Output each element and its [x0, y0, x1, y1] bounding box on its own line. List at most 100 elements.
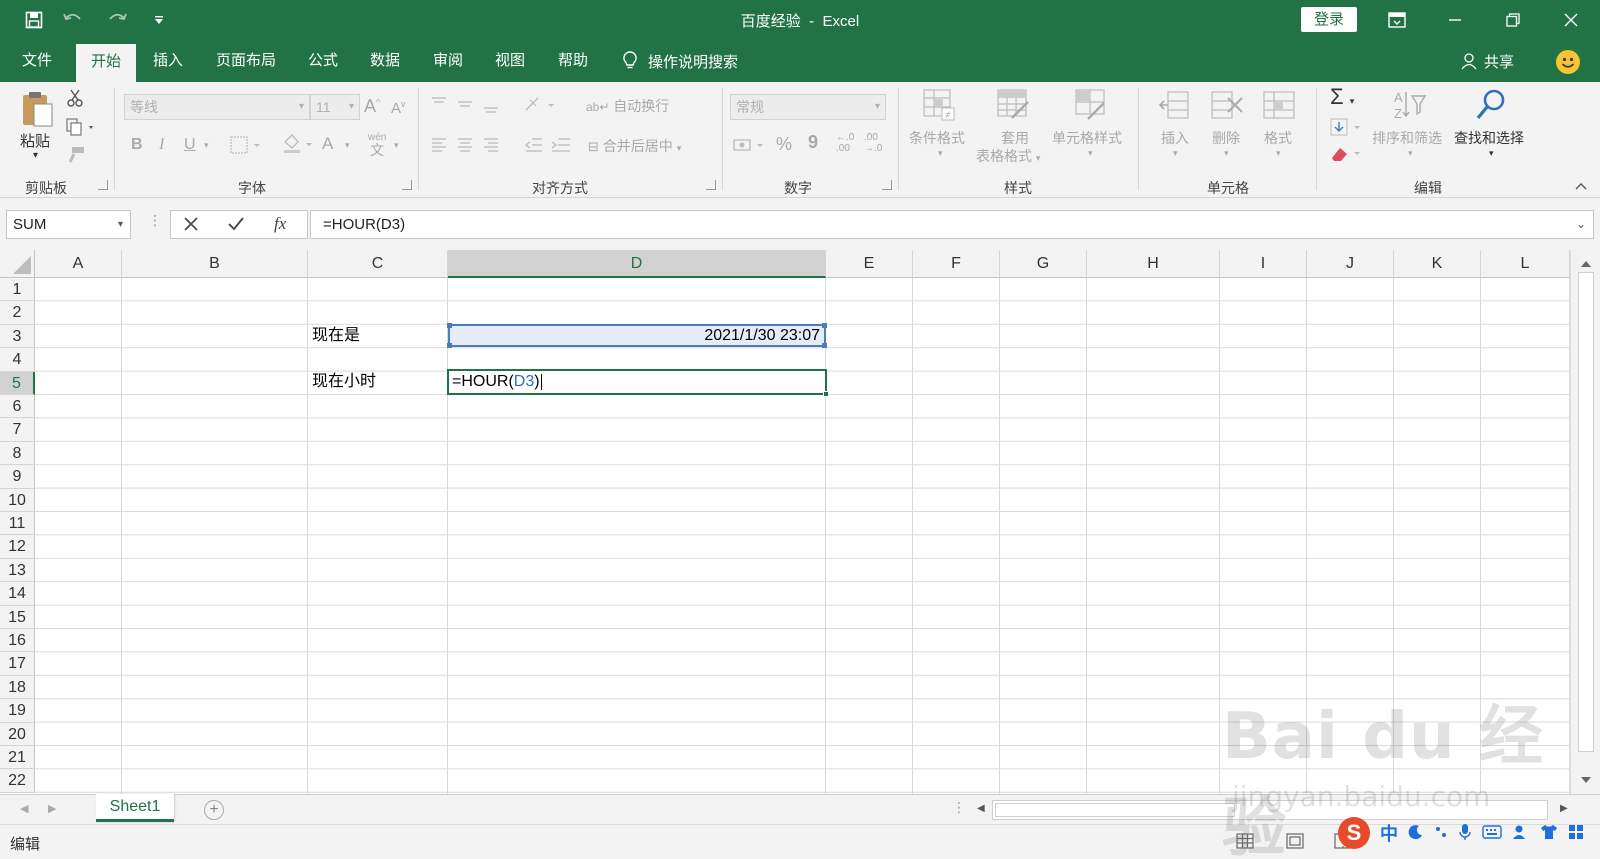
insert-cells-icon[interactable]	[1158, 88, 1192, 122]
fill-color-icon[interactable]	[282, 134, 316, 157]
save-icon[interactable]	[22, 8, 46, 32]
insert-cells-dropdown-icon[interactable]: ▾	[1173, 148, 1178, 159]
underline-button[interactable]: U	[184, 136, 196, 154]
row-header[interactable]: 20	[0, 722, 35, 746]
collapse-ribbon-icon[interactable]	[1574, 178, 1588, 194]
vertical-scroll-thumb[interactable]	[1578, 272, 1594, 752]
column-header-f[interactable]: F	[913, 250, 1000, 278]
scroll-up-icon[interactable]	[1580, 256, 1592, 272]
paste-button[interactable]: 粘贴	[20, 130, 50, 151]
borders-icon[interactable]	[230, 136, 264, 157]
row-header[interactable]: 3	[0, 324, 35, 349]
row-header[interactable]: 18	[0, 675, 35, 700]
delete-cells-button[interactable]: 删除	[1212, 128, 1240, 148]
alignment-launcher-icon[interactable]	[706, 180, 716, 190]
tab-split-grip-icon[interactable]: ⋮	[952, 799, 966, 816]
sort-filter-button[interactable]: 排序和筛选	[1372, 128, 1442, 148]
minimize-icon[interactable]	[1432, 0, 1478, 40]
column-header-e[interactable]: E	[826, 250, 913, 278]
font-launcher-icon[interactable]	[402, 180, 412, 190]
format-cells-icon[interactable]	[1262, 88, 1296, 122]
row-header[interactable]: 5	[0, 371, 35, 395]
format-as-table-icon[interactable]	[996, 88, 1030, 122]
fill-icon[interactable]	[1330, 118, 1364, 139]
underline-dropdown-icon[interactable]: ▾	[204, 140, 209, 151]
row-header[interactable]: 17	[0, 652, 35, 676]
column-header-i[interactable]: I	[1220, 250, 1307, 278]
row-header[interactable]: 13	[0, 558, 35, 583]
tab-file[interactable]: 文件	[12, 40, 62, 82]
column-header-k[interactable]: K	[1394, 250, 1481, 278]
format-as-table-line1[interactable]: 套用	[1001, 128, 1029, 148]
cut-icon[interactable]	[66, 88, 84, 111]
name-box-dropdown-icon[interactable]: ▾	[118, 211, 123, 238]
row-header[interactable]: 16	[0, 629, 35, 653]
tab-home[interactable]: 开始	[76, 44, 136, 82]
find-select-icon[interactable]	[1474, 88, 1508, 122]
restore-icon[interactable]	[1490, 0, 1536, 40]
find-select-button[interactable]: 查找和选择	[1454, 128, 1524, 148]
conditional-formatting-dropdown-icon[interactable]: ▾	[938, 148, 943, 159]
format-painter-icon[interactable]	[66, 146, 86, 167]
row-header[interactable]: 4	[0, 348, 35, 372]
sort-filter-icon[interactable]: AZ	[1392, 88, 1427, 122]
enter-check-icon[interactable]	[227, 215, 245, 236]
select-all-button[interactable]	[0, 250, 35, 278]
row-header[interactable]: 22	[0, 769, 35, 793]
row-header[interactable]: 6	[0, 395, 35, 419]
number-format-combo[interactable]: 常规 ▾	[730, 94, 886, 120]
tab-view[interactable]: 视图	[484, 40, 536, 82]
tab-page-layout[interactable]: 页面布局	[206, 40, 286, 82]
phonetic-button[interactable]: wén 文	[368, 132, 386, 159]
copy-icon[interactable]	[66, 118, 96, 139]
sheet-tab-sheet1[interactable]: Sheet1	[96, 794, 174, 822]
cancel-icon[interactable]	[183, 215, 199, 236]
clear-icon[interactable]	[1330, 144, 1364, 165]
comma-style-button[interactable]: 9	[808, 132, 818, 153]
wrap-text-button[interactable]: ab↵ 自动换行	[586, 96, 669, 116]
ribbon-display-options-icon[interactable]	[1374, 0, 1420, 40]
row-header[interactable]: 19	[0, 699, 35, 723]
font-size-combo[interactable]: 11 ▾	[310, 94, 360, 120]
increase-decimal-button[interactable]: ←.0.00	[836, 132, 854, 154]
find-select-dropdown-icon[interactable]: ▾	[1489, 148, 1494, 159]
phonetic-dropdown-icon[interactable]: ▾	[394, 140, 399, 151]
delete-cells-dropdown-icon[interactable]: ▾	[1224, 148, 1229, 159]
cell-c3[interactable]: 现在是	[308, 324, 364, 347]
tab-review[interactable]: 审阅	[422, 40, 474, 82]
font-color-button[interactable]: A	[322, 134, 333, 154]
scroll-left-icon[interactable]: ◀	[977, 803, 985, 814]
column-header-a[interactable]: A	[35, 250, 122, 278]
name-box[interactable]: SUM ▾	[6, 210, 131, 239]
row-header[interactable]: 21	[0, 746, 35, 770]
insert-cells-button[interactable]: 插入	[1161, 128, 1189, 148]
column-header-h[interactable]: H	[1087, 250, 1220, 278]
row-header[interactable]: 11	[0, 512, 35, 536]
add-sheet-button[interactable]: +	[204, 800, 224, 820]
cell-styles-button[interactable]: 单元格样式	[1052, 128, 1122, 148]
tell-me-search[interactable]: 操作说明搜索	[622, 40, 738, 82]
conditional-formatting-icon[interactable]: ≠	[922, 88, 956, 122]
sort-filter-dropdown-icon[interactable]: ▾	[1408, 148, 1413, 159]
tab-data[interactable]: 数据	[360, 40, 410, 82]
font-name-combo[interactable]: 等线 ▾	[124, 94, 310, 120]
column-header-d[interactable]: D	[448, 250, 826, 278]
cell-d5-editing[interactable]: =HOUR(D3)	[449, 370, 546, 393]
customize-quick-access-icon[interactable]	[150, 8, 168, 32]
expand-formula-bar-icon[interactable]: ⌄	[1576, 211, 1586, 238]
number-launcher-icon[interactable]	[882, 180, 892, 190]
merge-center-button[interactable]: ⊟ 合并后居中 ▾	[588, 136, 681, 156]
indent-icons[interactable]	[524, 136, 572, 157]
horizontal-align-icons[interactable]	[430, 136, 506, 157]
column-header-g[interactable]: G	[1000, 250, 1087, 278]
row-header[interactable]: 10	[0, 488, 35, 512]
align-top-icon[interactable]	[430, 96, 506, 117]
insert-function-button[interactable]: fx	[274, 214, 286, 234]
format-cells-button[interactable]: 格式	[1264, 128, 1292, 148]
row-header[interactable]: 1	[0, 278, 35, 302]
row-header[interactable]: 7	[0, 418, 35, 442]
row-header[interactable]: 2	[0, 301, 35, 325]
column-header-b[interactable]: B	[122, 250, 308, 278]
cell-d3[interactable]: 2021/1/30 23:07	[448, 324, 824, 347]
close-icon[interactable]	[1548, 0, 1594, 40]
